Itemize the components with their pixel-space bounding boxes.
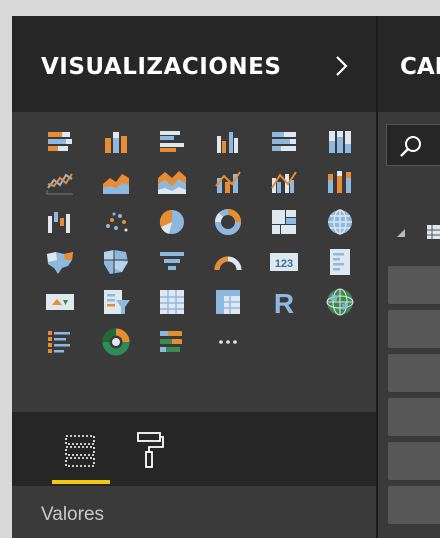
field-item[interactable] [388, 442, 440, 480]
fields-header: CAMPOS [378, 16, 440, 112]
map-icon[interactable] [312, 202, 368, 242]
horizontal-bar-custom-visual-icon[interactable] [144, 322, 200, 362]
visual-gallery: 123 R [32, 122, 368, 362]
r-visual-icon[interactable]: R [256, 282, 312, 322]
arcgis-map-icon[interactable] [312, 282, 368, 322]
card-icon[interactable]: 123 [256, 242, 312, 282]
clustered-column-chart-icon[interactable] [200, 122, 256, 162]
line-chart-icon[interactable] [32, 162, 88, 202]
fields-pane: CAMPOS [378, 16, 440, 538]
funnel-icon[interactable] [144, 242, 200, 282]
bullet-list-visual-icon[interactable] [32, 322, 88, 362]
donut-custom-visual-icon[interactable] [88, 322, 144, 362]
r-visual-icon-text: R [274, 288, 294, 318]
field-item[interactable] [388, 310, 440, 348]
area-chart-icon[interactable] [88, 162, 144, 202]
scatter-chart-icon[interactable] [88, 202, 144, 242]
kpi-icon[interactable] [32, 282, 88, 322]
100-stacked-bar-chart-icon[interactable] [256, 122, 312, 162]
collapse-arrow-icon[interactable] [396, 228, 406, 238]
stacked-bar-chart-icon[interactable] [32, 122, 88, 162]
shape-map-icon[interactable] [88, 242, 144, 282]
slicer-icon[interactable] [88, 282, 144, 322]
active-tab-indicator [52, 480, 110, 484]
values-well-label: Valores [41, 504, 105, 525]
chevron-right-icon[interactable] [330, 52, 354, 80]
100-stacked-column-chart-icon[interactable] [312, 122, 368, 162]
gauge-icon[interactable] [200, 242, 256, 282]
visualizations-header: VISUALIZACIONES [12, 16, 376, 112]
visualizations-pane: VISUALIZACIONES 123 R Valores [12, 16, 376, 538]
clustered-bar-chart-icon[interactable] [144, 122, 200, 162]
stacked-column-chart-icon[interactable] [88, 122, 144, 162]
more-visuals-icon[interactable] [200, 322, 256, 362]
search-icon [400, 136, 421, 157]
table-icon[interactable] [144, 282, 200, 322]
multi-row-card-icon[interactable] [312, 242, 368, 282]
visualizations-title: VISUALIZACIONES [41, 54, 282, 80]
fields-tab-icon[interactable] [60, 430, 100, 470]
field-item[interactable] [388, 398, 440, 436]
matrix-icon[interactable] [200, 282, 256, 322]
line-and-clustered-column-chart-icon[interactable] [256, 162, 312, 202]
donut-chart-icon[interactable] [200, 202, 256, 242]
power-bi-panes: VISUALIZACIONES 123 R Valores CA [12, 16, 440, 538]
field-item[interactable] [388, 354, 440, 392]
table-node-icon [427, 225, 440, 239]
format-paint-roller-icon[interactable] [130, 430, 170, 470]
line-and-stacked-column-chart-icon[interactable] [200, 162, 256, 202]
fields-title: CAMPOS [400, 54, 440, 80]
stacked-area-chart-icon[interactable] [144, 162, 200, 202]
pane-tabs [12, 412, 376, 486]
treemap-icon[interactable] [256, 202, 312, 242]
waterfall-chart-icon[interactable] [32, 202, 88, 242]
field-item[interactable] [388, 266, 440, 304]
ribbon-chart-icon[interactable] [312, 162, 368, 202]
pie-chart-icon[interactable] [144, 202, 200, 242]
card-icon-text: 123 [275, 258, 293, 270]
filled-map-icon[interactable] [32, 242, 88, 282]
field-item[interactable] [388, 486, 440, 524]
